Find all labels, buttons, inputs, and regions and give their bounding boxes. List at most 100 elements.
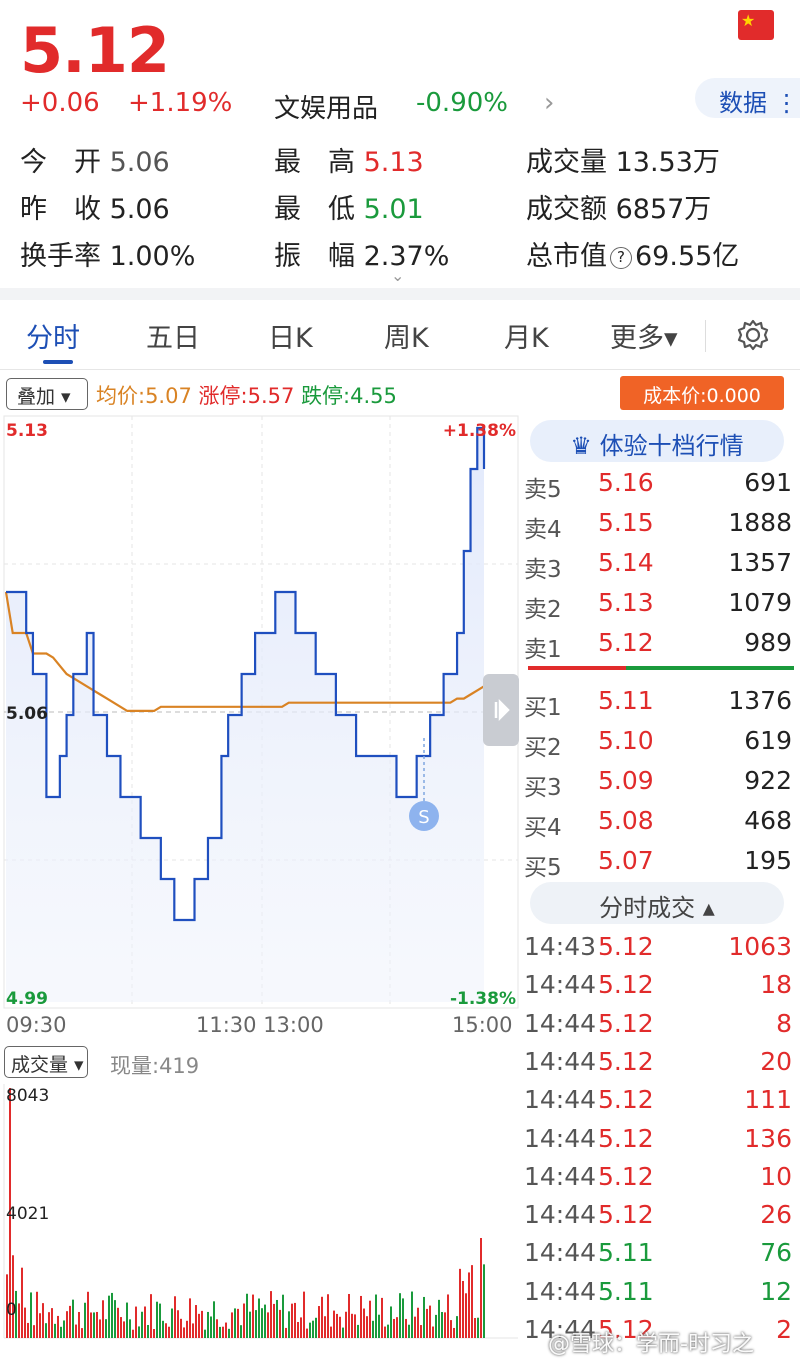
volume-bar — [276, 1299, 278, 1338]
volume-bar — [135, 1306, 137, 1338]
volume-bar — [399, 1293, 401, 1338]
trade-time: 14:44 — [524, 1123, 597, 1153]
ask-row: 卖3 5.14 1357 — [524, 548, 792, 583]
panel-collapse-handle[interactable] — [483, 674, 519, 746]
volume-bar — [183, 1327, 185, 1338]
volume-bar — [165, 1323, 167, 1338]
price-change-pct: +1.19% — [128, 88, 233, 118]
volume-bar — [309, 1322, 311, 1338]
volume-bar — [117, 1307, 119, 1338]
volume-bar — [204, 1329, 206, 1338]
trades-toggle-button[interactable]: 分时成交 ▴ — [530, 882, 784, 924]
stat-low: 最 低 5.01 — [274, 194, 424, 225]
trade-price: 5.12 — [598, 1046, 654, 1076]
volume-bar — [480, 1238, 482, 1338]
tab-weekly-k[interactable]: 周K — [384, 316, 429, 355]
tab-daily-k[interactable]: 日K — [268, 316, 313, 355]
trade-time: 14:44 — [524, 1008, 597, 1038]
expand-chevron-icon[interactable]: ⌄ — [391, 266, 404, 285]
stat-amplitude: 振 幅 2.37% — [274, 241, 450, 272]
volume-bar — [423, 1296, 425, 1338]
limit-down: 跌停:4.55 — [301, 384, 397, 408]
volume-bar — [87, 1291, 89, 1338]
stat-open: 今 开 5.06 — [20, 147, 170, 178]
volume-bar — [18, 1303, 20, 1338]
volume-bar — [72, 1299, 74, 1338]
volume-bar — [363, 1308, 365, 1338]
tab-intraday[interactable]: 分时 — [26, 316, 80, 355]
volume-bar — [51, 1308, 53, 1338]
china-flag-icon[interactable]: ★ — [738, 10, 774, 40]
y-tick-low: 4.99 — [6, 989, 48, 1009]
volume-bar — [372, 1320, 374, 1338]
volume-dropdown[interactable]: 成交量 ▾ — [4, 1046, 88, 1078]
volume-bar — [381, 1297, 383, 1338]
volume-bar — [435, 1314, 437, 1338]
volume-bar — [297, 1321, 299, 1338]
volume-bar — [96, 1311, 98, 1338]
volume-bar — [201, 1310, 203, 1338]
trade-row: 14:44 5.12 136 — [520, 1124, 800, 1160]
trade-price: 5.11 — [598, 1238, 654, 1268]
order-book-panel: ♛ 体验十档行情 卖5 5.16 691 卖4 5.15 1888 卖3 5.14 1357… — [520, 412, 800, 1367]
trade-time: 14:44 — [524, 1161, 597, 1191]
volume-bar — [78, 1311, 80, 1338]
overlay-dropdown[interactable]: 叠加 ▾ — [6, 378, 88, 410]
cost-price-button[interactable]: 成本价:0.000 — [620, 376, 784, 410]
volume-bar — [429, 1305, 431, 1338]
volume-bar — [216, 1319, 218, 1338]
intraday-chart[interactable]: S 5.13 5.06 4.99 +1.38% -1.38% — [0, 412, 520, 1012]
volume-bar — [360, 1295, 362, 1338]
x-tick-midday: 11:30 13:00 — [196, 1013, 324, 1037]
x-tick-open: 09:30 — [6, 1013, 67, 1037]
help-icon[interactable]: ? — [610, 247, 632, 269]
tab-more[interactable]: 更多▾ — [610, 316, 678, 355]
data-button[interactable]: 数据 ⋮ — [695, 78, 800, 118]
volume-bar — [66, 1311, 68, 1338]
trade-row: 14:44 5.11 76 — [520, 1238, 800, 1274]
volume-bar — [246, 1293, 248, 1338]
volume-bar — [405, 1318, 407, 1338]
volume-bar — [279, 1309, 281, 1338]
sector-link[interactable]: 文娱用品 — [274, 88, 378, 125]
volume-bar — [243, 1303, 245, 1338]
trade-row: 14:44 5.12 20 — [520, 1047, 800, 1083]
volume-bar — [249, 1311, 251, 1338]
volume-bar — [477, 1317, 479, 1338]
volume-bar — [42, 1303, 44, 1338]
trade-price: 5.11 — [598, 1276, 654, 1306]
watermark: @雪球：学而-时习之 — [548, 1332, 754, 1357]
volume-bar — [453, 1327, 455, 1338]
volume-bar — [264, 1304, 266, 1338]
vip-ten-level-button[interactable]: ♛ 体验十档行情 — [530, 420, 784, 462]
trade-qty: 136 — [744, 1123, 792, 1153]
trade-row: 14:43 5.12 1063 — [520, 932, 800, 968]
vol-tick-zero: 0 — [6, 1300, 17, 1320]
trade-time: 14:44 — [524, 1085, 597, 1115]
sector-chevron-icon[interactable]: › — [544, 88, 554, 118]
volume-bar — [306, 1328, 308, 1338]
volume-bar — [123, 1321, 125, 1338]
volume-bar — [348, 1293, 350, 1338]
volume-bar — [450, 1320, 452, 1338]
volume-bar — [174, 1296, 176, 1338]
volume-bar — [273, 1303, 275, 1338]
volume-bar — [111, 1292, 113, 1338]
volume-bar — [402, 1298, 404, 1338]
volume-bar — [120, 1317, 122, 1338]
volume-bar — [237, 1308, 239, 1338]
volume-bar — [198, 1313, 200, 1338]
trade-qty: 26 — [760, 1200, 792, 1230]
tab-monthly-k[interactable]: 月K — [504, 316, 549, 355]
trade-qty: 8 — [776, 1008, 792, 1038]
volume-bar — [105, 1319, 107, 1338]
volume-bar — [345, 1311, 347, 1338]
volume-bar — [153, 1329, 155, 1338]
trade-price: 5.12 — [598, 1085, 654, 1115]
settings-gear-icon[interactable] — [736, 318, 770, 352]
tab-five-day[interactable]: 五日 — [146, 316, 200, 355]
price-change: +0.06 — [20, 88, 100, 118]
trade-price: 5.12 — [598, 1123, 654, 1153]
y-tick-pct-low: -1.38% — [450, 989, 516, 1009]
bid-row: 买4 5.08 468 — [524, 806, 792, 841]
